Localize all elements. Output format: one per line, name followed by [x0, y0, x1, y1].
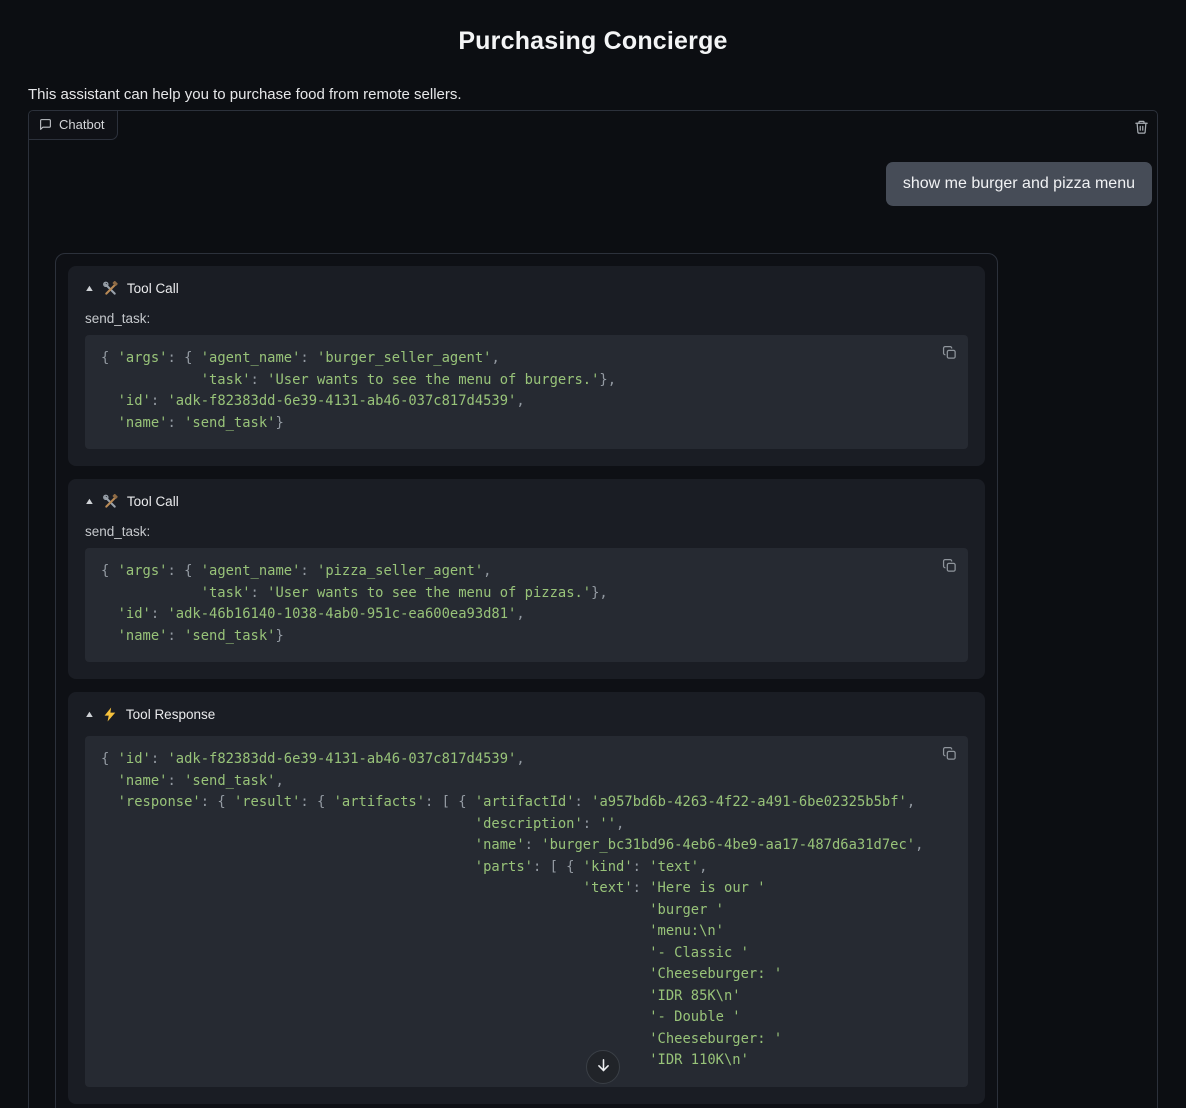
tool-response-code: { 'id': 'adk-f82383dd-6e39-4131-ab46-037… — [101, 749, 952, 1072]
copy-button[interactable] — [940, 744, 959, 763]
tool-response-title: Tool Response — [126, 707, 215, 722]
code-block: { 'args': { 'agent_name': 'pizza_seller_… — [85, 548, 968, 662]
user-message-bubble: show me burger and pizza menu — [886, 162, 1152, 206]
tool-response-panel: ▲ Tool Response — [68, 692, 985, 1104]
caret-up-icon: ▲ — [84, 497, 95, 506]
tool-call-title: Tool Call — [127, 494, 179, 509]
copy-button[interactable] — [940, 343, 959, 362]
tool-call-panel-2: ▲ Tool Call send_task: — [68, 479, 985, 679]
trash-icon — [1134, 119, 1149, 138]
arrow-down-icon — [595, 1057, 612, 1077]
lightning-icon — [103, 707, 117, 722]
tool-call-accordion-header[interactable]: ▲ Tool Call — [85, 281, 968, 296]
chatbot-label: Chatbot — [29, 111, 118, 140]
bot-message-bubble: ▲ Tool Call send_task: — [55, 253, 998, 1108]
tool-call-title: Tool Call — [127, 281, 179, 296]
page-title: Purchasing Concierge — [0, 17, 1186, 56]
caret-up-icon: ▲ — [84, 710, 95, 719]
scroll-to-bottom-button[interactable] — [586, 1050, 620, 1084]
tool-call-code: { 'args': { 'agent_name': 'pizza_seller_… — [101, 561, 952, 647]
tool-response-accordion-header[interactable]: ▲ Tool Response — [85, 707, 968, 722]
page-subtitle: This assistant can help you to purchase … — [28, 86, 1186, 103]
code-block: { 'id': 'adk-f82383dd-6e39-4131-ab46-037… — [85, 736, 968, 1087]
tool-call-code: { 'args': { 'agent_name': 'burger_seller… — [101, 348, 952, 434]
tool-name-label: send_task: — [85, 524, 968, 539]
clear-chat-button[interactable] — [1129, 116, 1153, 140]
copy-button[interactable] — [940, 556, 959, 575]
tool-name-label: send_task: — [85, 311, 968, 326]
code-block: { 'args': { 'agent_name': 'burger_seller… — [85, 335, 968, 449]
page: Purchasing Concierge This assistant can … — [0, 0, 1186, 1108]
hammer-wrench-icon — [103, 494, 118, 509]
tool-call-accordion-header[interactable]: ▲ Tool Call — [85, 494, 968, 509]
caret-up-icon: ▲ — [84, 284, 95, 293]
copy-icon — [942, 345, 957, 360]
bot-message-row: ▲ Tool Call send_task: — [55, 253, 998, 1108]
chatbot-label-text: Chatbot — [59, 117, 105, 132]
tool-call-panel-1: ▲ Tool Call send_task: — [68, 266, 985, 466]
copy-icon — [942, 746, 957, 761]
hammer-wrench-icon — [103, 281, 118, 296]
copy-icon — [942, 558, 957, 573]
user-message-row: show me burger and pizza menu — [886, 162, 1152, 206]
chatbot-panel: Chatbot show me burger and pizza menu ▲ — [28, 110, 1158, 1108]
chat-bubble-icon — [39, 118, 52, 131]
